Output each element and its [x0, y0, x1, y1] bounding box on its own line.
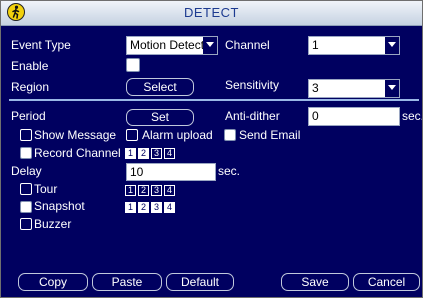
record-channel-box[interactable]: 4: [164, 148, 175, 159]
buzzer-checkbox[interactable]: [20, 218, 32, 230]
record-channel-box[interactable]: 1: [125, 148, 136, 159]
region-label: Region: [11, 80, 50, 94]
delay-label: Delay: [11, 164, 42, 178]
snapshot-channel-box[interactable]: 1: [125, 202, 136, 213]
buzzer-label: Buzzer: [34, 217, 72, 231]
event-type-label: Event Type: [11, 38, 71, 52]
send-email-label: Send Email: [239, 128, 301, 142]
period-set-button[interactable]: Set: [126, 109, 194, 126]
channel-label: Channel: [225, 38, 270, 52]
paste-button[interactable]: Paste: [92, 273, 162, 291]
tour-channel-box[interactable]: 2: [138, 185, 149, 196]
record-channel-label: Record Channel: [34, 146, 121, 160]
save-button[interactable]: Save: [281, 273, 349, 291]
show-message-label: Show Message: [34, 128, 117, 142]
tour-checkbox[interactable]: [20, 183, 32, 195]
period-label: Period: [11, 109, 46, 123]
tour-label: Tour: [34, 182, 58, 196]
record-channel-box[interactable]: 3: [151, 148, 162, 159]
alarm-upload-label: Alarm upload: [142, 128, 213, 142]
alarm-upload-checkbox[interactable]: [126, 129, 138, 141]
event-type-value: Motion Detect: [130, 38, 205, 52]
tour-channel-box[interactable]: 1: [125, 185, 136, 196]
snapshot-channel-box[interactable]: 4: [164, 202, 175, 213]
enable-label: Enable: [11, 59, 49, 73]
send-email-checkbox[interactable]: [224, 129, 236, 141]
region-select-button[interactable]: Select: [126, 78, 194, 96]
snapshot-channel-box[interactable]: 2: [138, 202, 149, 213]
snapshot-label: Snapshot: [34, 199, 85, 213]
snapshot-checkbox[interactable]: [20, 201, 32, 213]
dropdown-arrow-icon: [385, 37, 399, 54]
anti-dither-unit: sec.: [402, 109, 423, 123]
walking-person-logo-icon: [7, 3, 25, 21]
delay-unit: sec.: [218, 164, 241, 178]
detect-window: DETECT Event Type Motion Detect Channel …: [0, 0, 423, 298]
tour-channel-box[interactable]: 4: [164, 185, 175, 196]
anti-dither-input[interactable]: 0: [308, 107, 400, 126]
enable-checkbox[interactable]: [126, 58, 140, 72]
snapshot-channel-box[interactable]: 3: [151, 202, 162, 213]
sensitivity-label: Sensitivity: [225, 78, 280, 92]
show-message-checkbox[interactable]: [20, 129, 32, 141]
channel-value: 1: [312, 38, 319, 52]
anti-dither-label: Anti-dither: [225, 109, 280, 123]
dropdown-arrow-icon: [203, 37, 217, 54]
copy-button[interactable]: Copy: [18, 273, 88, 291]
event-type-dropdown[interactable]: Motion Detect: [126, 36, 218, 55]
dropdown-arrow-icon: [385, 80, 399, 97]
sensitivity-dropdown[interactable]: 3: [308, 79, 400, 98]
window-title: DETECT: [184, 5, 239, 20]
cancel-button[interactable]: Cancel: [353, 273, 420, 291]
title-bar: DETECT: [1, 1, 422, 26]
section-divider: [9, 99, 419, 101]
channel-dropdown[interactable]: 1: [308, 36, 400, 55]
tour-channel-box[interactable]: 3: [151, 185, 162, 196]
delay-input[interactable]: 10: [126, 163, 216, 181]
sensitivity-value: 3: [312, 81, 319, 95]
record-channel-box[interactable]: 2: [138, 148, 149, 159]
default-button[interactable]: Default: [166, 273, 234, 291]
record-channel-checkbox[interactable]: [20, 147, 32, 159]
